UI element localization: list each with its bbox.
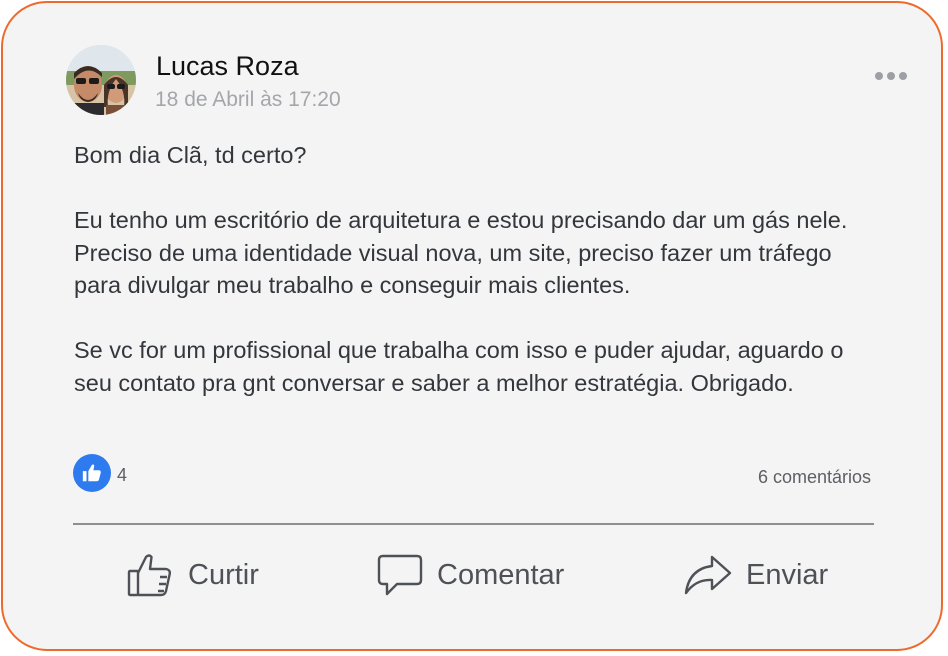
post-paragraph: Bom dia Clã, td certo? xyxy=(74,142,307,168)
post-card: Lucas Roza 18 de Abril às 17:20 Bom dia … xyxy=(1,1,943,651)
author-name[interactable]: Lucas Roza xyxy=(156,51,299,82)
share-arrow-icon xyxy=(684,553,732,597)
comments-count[interactable]: 6 comentários xyxy=(758,467,871,488)
like-button[interactable]: Curtir xyxy=(126,547,259,603)
post-text: Bom dia Clã, td certo? Eu tenho um escri… xyxy=(74,139,874,432)
speech-bubble-icon xyxy=(377,552,423,598)
divider xyxy=(73,523,874,525)
share-button[interactable]: Enviar xyxy=(684,547,828,603)
thumbs-up-outline-icon xyxy=(126,551,174,599)
avatar-photo xyxy=(66,45,136,115)
comment-button[interactable]: Comentar xyxy=(377,547,564,603)
comment-label: Comentar xyxy=(437,558,565,591)
like-count[interactable]: 4 xyxy=(117,465,127,486)
post-timestamp[interactable]: 18 de Abril às 17:20 xyxy=(155,88,341,112)
thumbs-up-icon[interactable] xyxy=(73,454,111,492)
post-paragraph: Se vc for um profissional que trabalha c… xyxy=(74,337,844,396)
share-label: Enviar xyxy=(746,558,829,591)
post-paragraph: Eu tenho um escritório de arquitetura e … xyxy=(74,207,848,298)
more-options-icon[interactable] xyxy=(875,69,909,83)
avatar[interactable] xyxy=(66,45,136,115)
like-label: Curtir xyxy=(188,558,259,591)
